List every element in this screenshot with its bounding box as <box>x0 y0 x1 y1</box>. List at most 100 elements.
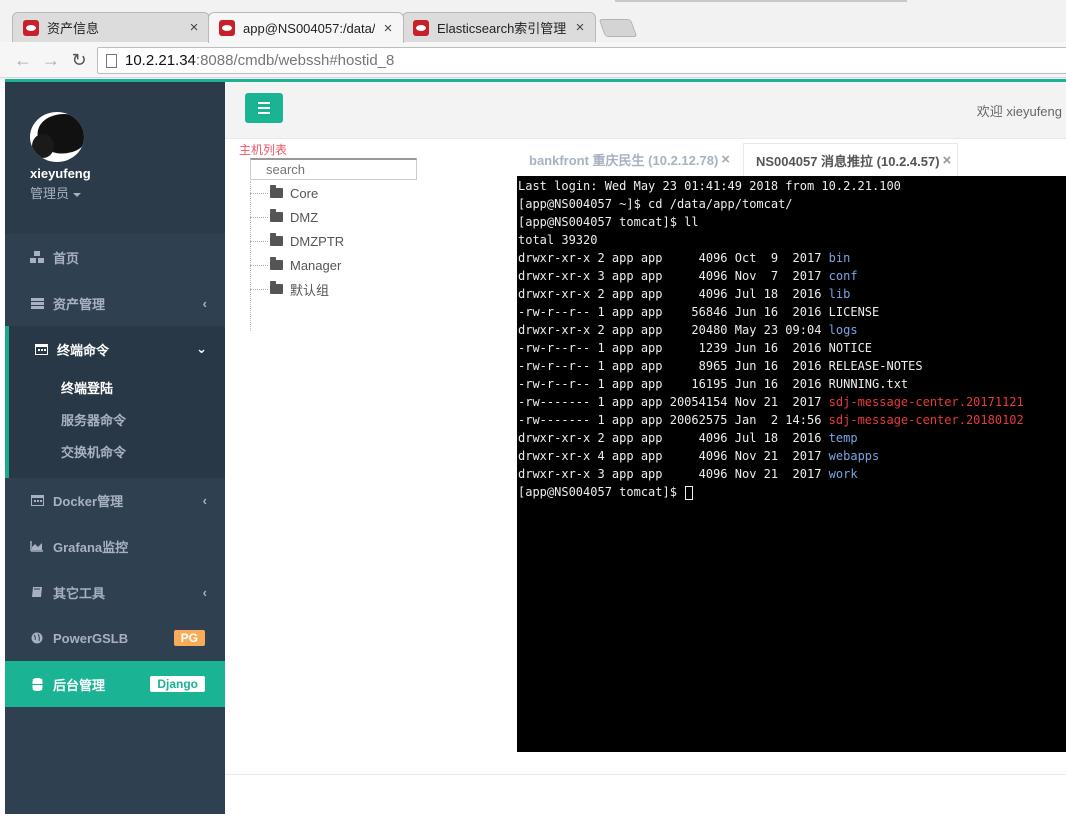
folder-icon <box>270 233 283 246</box>
terminal-line-text: drwxr-xr-x 2 app app 4096 Oct 9 2017 <box>518 251 829 265</box>
session-tab-label: bankfront 重庆民生 (10.2.12.78) <box>529 153 719 168</box>
terminal-line: -rw-r--r-- 1 app app 1239 Jun 16 2016 NO… <box>518 339 1066 357</box>
chevron-left-icon: ‹ <box>202 584 207 600</box>
sidebar-item-home[interactable]: 首页 <box>5 234 225 280</box>
terminal-line: -rw-r--r-- 1 app app 8965 Jun 16 2016 RE… <box>518 357 1066 375</box>
sidebar: xieyufeng 管理员 首页 资产管理 ‹ 终端命令 ⌄ 终端登陆 服务器命… <box>5 82 225 814</box>
close-session-icon[interactable]: × <box>943 152 952 169</box>
sidebar-item-label: Grafana监控 <box>53 539 129 555</box>
browser-tab-webssh[interactable]: app@NS004057:/data/ × <box>208 12 404 43</box>
site-favicon-icon <box>413 19 429 36</box>
terminal-line-text: -rw------- 1 app app 20054154 Nov 21 201… <box>518 395 829 409</box>
terminal-line: -rw-r--r-- 1 app app 56846 Jun 16 2016 L… <box>518 303 1066 321</box>
sidebar-item-admin[interactable]: 后台管理 Django <box>5 661 225 707</box>
terminal-filename: temp <box>828 431 858 445</box>
profile-username: xieyufeng <box>30 166 91 181</box>
menu-toggle-button[interactable] <box>245 93 283 123</box>
close-tab-icon[interactable]: × <box>381 20 395 37</box>
chevron-left-icon: ‹ <box>202 492 207 508</box>
terminal-line: drwxr-xr-x 3 app app 4096 Nov 7 2017 con… <box>518 267 1066 285</box>
host-group-default[interactable]: 默认组 <box>250 280 329 298</box>
back-arrow-icon[interactable]: ← <box>12 49 34 71</box>
submenu-item-switch-commands[interactable]: 交换机命令 <box>61 442 126 461</box>
sidebar-item-label: Docker管理 <box>53 493 124 509</box>
terminal-screen[interactable]: Last login: Wed May 23 01:41:49 2018 fro… <box>517 176 1066 752</box>
host-group-label: Core <box>290 185 319 201</box>
submenu-item-server-commands[interactable]: 服务器命令 <box>61 410 126 429</box>
session-tab-ns004057[interactable]: NS004057 消息推拉 (10.2.4.57) × <box>743 143 959 176</box>
sidebar-item-label: 其它工具 <box>53 585 106 601</box>
browser-tab-elasticsearch[interactable]: Elasticsearch索引管理 × <box>402 12 596 42</box>
folder-icon <box>270 209 283 222</box>
chevron-left-icon: ‹ <box>202 295 207 311</box>
window-top-edge <box>615 0 907 2</box>
terminal-filename: conf <box>828 269 858 283</box>
sidebar-item-powergslb[interactable]: PowerGSLB PG <box>5 615 225 661</box>
profile-panel: xieyufeng 管理员 <box>5 82 225 234</box>
reload-icon[interactable]: ↻ <box>68 49 90 71</box>
terminal-line: -rw------- 1 app app 20062575 Jan 2 14:5… <box>518 411 1066 429</box>
terminal-filename: LICENSE <box>828 305 880 319</box>
terminal-line: Last login: Wed May 23 01:41:49 2018 fro… <box>518 177 1066 195</box>
host-group-manager[interactable]: Manager <box>250 256 341 274</box>
host-search-input[interactable] <box>250 158 417 180</box>
profile-role: 管理员 <box>30 186 70 201</box>
host-group-core[interactable]: Core <box>250 184 318 202</box>
terminal-line: -rw-r--r-- 1 app app 16195 Jun 16 2016 R… <box>518 375 1066 393</box>
area-chart-icon <box>29 539 45 553</box>
book-icon <box>29 585 45 599</box>
address-bar[interactable]: 10.2.21.34:8088/cmdb/webssh#hostid_8 <box>97 47 1066 74</box>
cubes-icon <box>29 250 45 264</box>
django-badge: Django <box>150 676 205 692</box>
terminal-line: [app@NS004057 tomcat]$ ll <box>518 213 1066 231</box>
top-navbar: 欢迎 xieyufeng <box>225 82 1066 139</box>
sidebar-item-grafana[interactable]: Grafana监控 <box>5 523 225 569</box>
close-session-icon[interactable]: × <box>721 151 730 168</box>
close-tab-icon[interactable]: × <box>187 19 201 36</box>
terminal-line-text: drwxr-xr-x 2 app app 4096 Jul 18 2016 <box>518 287 829 301</box>
terminal-line-text: Last login: Wed May 23 01:41:49 2018 fro… <box>518 179 901 193</box>
profile-role-dropdown[interactable]: 管理员 <box>30 183 82 202</box>
browser-tab-title: Elasticsearch索引管理 <box>437 21 567 36</box>
sidebar-item-other-tools[interactable]: 其它工具 ‹ <box>5 569 225 615</box>
sidebar-item-label: PowerGSLB <box>53 630 129 646</box>
terminal-line: -rw------- 1 app app 20054154 Nov 21 201… <box>518 393 1066 411</box>
host-group-label: 默认组 <box>290 282 330 298</box>
terminal-filename: webapps <box>828 449 880 463</box>
sidebar-item-terminal[interactable]: 终端命令 ⌄ <box>5 326 225 372</box>
folder-icon <box>270 281 283 294</box>
tree-connector <box>250 240 268 242</box>
host-group-label: DMZPTR <box>290 233 345 249</box>
browser-chrome: 资产信息 × app@NS004057:/data/ × Elasticsear… <box>0 0 1066 80</box>
tree-connector <box>250 288 268 290</box>
tree-connector <box>250 216 268 218</box>
terminal-line-text: -rw-r--r-- 1 app app 16195 Jun 16 2016 <box>518 377 829 391</box>
forward-arrow-icon[interactable]: → <box>40 49 62 71</box>
browser-tab-title: 资产信息 <box>47 21 100 36</box>
sidebar-item-assets[interactable]: 资产管理 ‹ <box>5 280 225 326</box>
submenu-item-terminal-login[interactable]: 终端登陆 <box>61 378 113 397</box>
close-tab-icon[interactable]: × <box>573 19 587 36</box>
tree-connector <box>250 264 268 266</box>
terminal-line-text: drwxr-xr-x 3 app app 4096 Nov 21 2017 <box>518 467 829 481</box>
terminal-line: [app@NS004057 ~]$ cd /data/app/tomcat/ <box>518 195 1066 213</box>
terminal-cursor <box>685 485 694 500</box>
main-area: 欢迎 xieyufeng 主机列表 Core DMZ DMZPTR Manage… <box>225 82 1066 814</box>
host-list-title: 主机列表 <box>239 143 288 157</box>
terminal-filename: sdj-message-center.20171121 <box>828 395 1024 409</box>
terminal-filename: work <box>828 467 858 481</box>
session-tab-bankfront[interactable]: bankfront 重庆民生 (10.2.12.78) × <box>517 143 736 176</box>
host-group-dmz[interactable]: DMZ <box>250 208 318 226</box>
host-group-label: Manager <box>290 257 342 273</box>
hamburger-icon-bar <box>258 102 270 104</box>
terminal-line: drwxr-xr-x 4 app app 4096 Nov 21 2017 we… <box>518 447 1066 465</box>
browser-tab-asset-info[interactable]: 资产信息 × <box>12 12 210 42</box>
terminal-line-text: [app@NS004057 tomcat]$ ll <box>518 215 699 229</box>
avatar[interactable] <box>30 112 84 162</box>
sidebar-item-docker[interactable]: Docker管理 ‹ <box>5 477 225 523</box>
terminal-line: total 39320 <box>518 231 1066 249</box>
new-tab-button[interactable] <box>598 19 638 37</box>
page-icon <box>106 53 117 68</box>
terminal-filename: RELEASE-NOTES <box>828 359 923 373</box>
host-group-dmzptr[interactable]: DMZPTR <box>250 232 344 250</box>
